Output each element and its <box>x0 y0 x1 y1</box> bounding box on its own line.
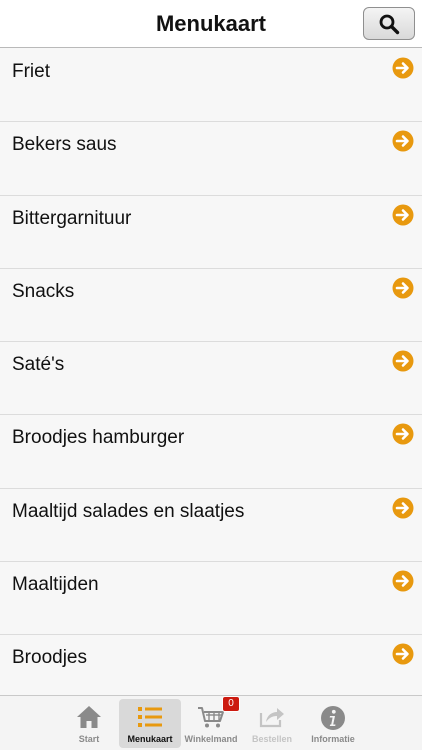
list-item-snacks[interactable]: Snacks <box>0 268 422 343</box>
list-item-label: Friet <box>12 61 50 82</box>
list-item-label: Broodjes hamburger <box>12 427 185 449</box>
page-title: Menukaart <box>155 11 267 36</box>
arrow-right-icon[interactable] <box>392 423 414 445</box>
info-icon <box>321 706 345 730</box>
tab-label: Informatie <box>311 734 355 744</box>
tab-bar: Start Menukaart Winkelmand 0 Bestellen I… <box>0 695 422 750</box>
arrow-right-icon[interactable] <box>392 130 414 152</box>
list-item-maaltijden[interactable]: Maaltijden <box>0 562 422 636</box>
arrow-right-icon[interactable] <box>392 350 414 372</box>
tab-bestellen[interactable]: Bestellen <box>241 699 303 748</box>
arrow-right-icon[interactable] <box>392 204 414 226</box>
tab-menukaart[interactable]: Menukaart <box>119 699 181 748</box>
list-item-label: Broodjes <box>12 647 87 669</box>
list-item-label: Maaltijden <box>12 574 99 596</box>
arrow-right-icon[interactable] <box>392 277 414 299</box>
list-item-label: Bekers saus <box>12 134 117 156</box>
nav-bar: Menukaart <box>0 0 422 48</box>
list-item-bittergarnituur[interactable]: Bittergarnituur <box>0 195 422 269</box>
home-icon <box>77 706 101 728</box>
cart-count-badge: 0 <box>222 696 240 712</box>
list-item-maaltijd-salades[interactable]: Maaltijd salades en slaatjes <box>0 488 422 563</box>
list-item-label: Maaltijd salades en slaatjes <box>12 500 245 522</box>
list-icon <box>138 707 162 727</box>
menu-list: Friet Bekers saus Bittergarnituur Snacks… <box>0 49 422 695</box>
list-item-label: Snacks <box>12 280 75 302</box>
list-item-broodjes-hamburger[interactable]: Broodjes hamburger <box>0 415 422 489</box>
search-button[interactable] <box>363 7 415 40</box>
tab-start[interactable]: Start <box>58 699 120 748</box>
list-item-friet[interactable]: Friet <box>0 49 422 123</box>
list-item-broodjes[interactable]: Broodjes <box>0 635 422 695</box>
search-icon <box>379 14 400 34</box>
arrow-right-icon[interactable] <box>392 643 414 665</box>
tab-informatie[interactable]: Informatie <box>302 699 364 748</box>
cart-icon <box>198 707 224 728</box>
arrow-right-icon[interactable] <box>392 497 414 519</box>
share-icon <box>259 708 284 728</box>
list-item-label: Saté's <box>12 354 65 376</box>
arrow-right-icon[interactable] <box>392 570 414 592</box>
arrow-right-icon[interactable] <box>392 57 414 79</box>
list-item-bekers-saus[interactable]: Bekers saus <box>0 122 422 196</box>
list-item-label: Bittergarnituur <box>12 207 132 229</box>
list-item-sates[interactable]: Saté's <box>0 342 422 416</box>
